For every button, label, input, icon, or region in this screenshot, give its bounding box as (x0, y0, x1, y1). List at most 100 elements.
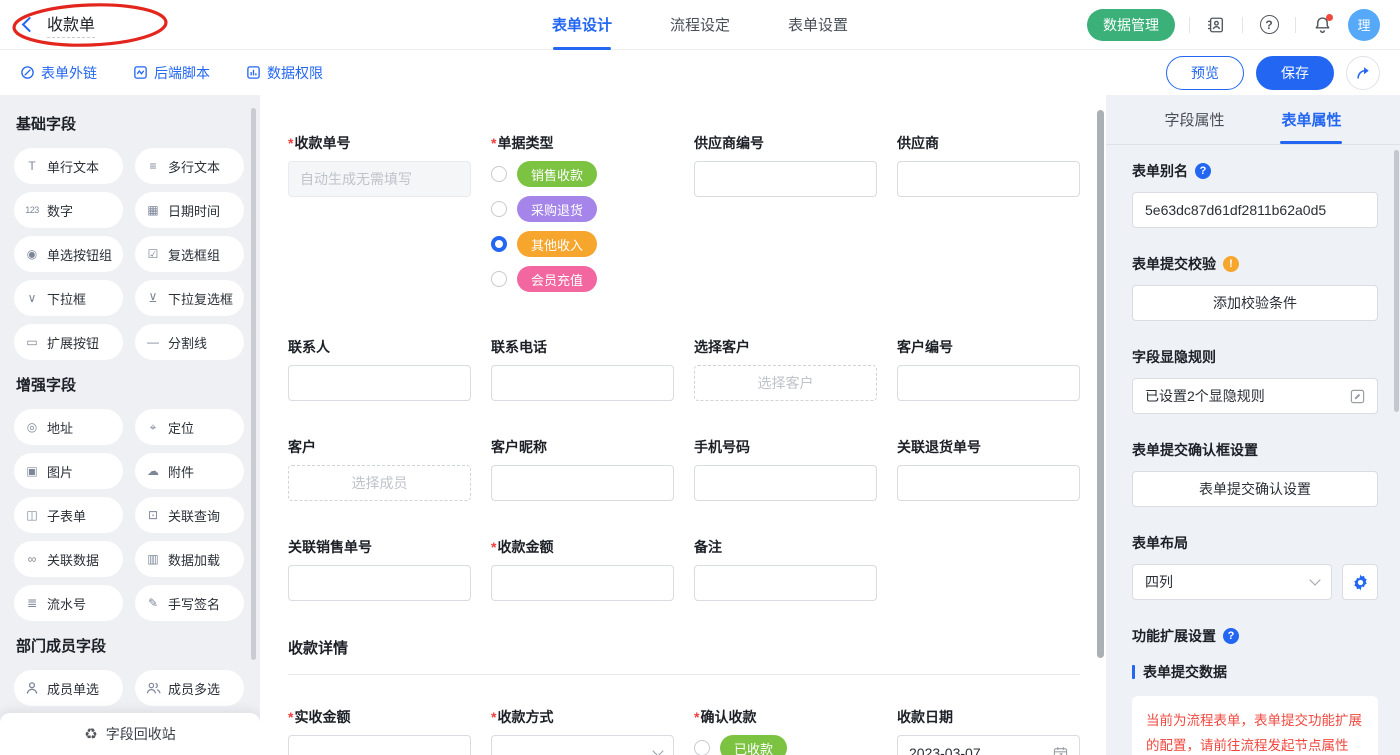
palette-item-people[interactable]: 成员多选 (135, 670, 244, 706)
text-input[interactable] (491, 365, 674, 401)
text-input[interactable] (491, 565, 674, 601)
palette-item-linked-query[interactable]: ⊡关联查询 (135, 497, 244, 533)
palette-item-dropdown[interactable]: ∨下拉框 (14, 280, 123, 316)
palette-item-linked-data[interactable]: ∞关联数据 (14, 541, 123, 577)
date-input[interactable]: 2023-03-07 (897, 735, 1080, 755)
palette-item-address[interactable]: ◎地址 (14, 409, 123, 445)
layout-select[interactable]: 四列 (1132, 564, 1332, 600)
tab-flow-setting[interactable]: 流程设定 (670, 0, 730, 50)
tab-form-design[interactable]: 表单设计 (552, 0, 612, 50)
contact-book-icon[interactable] (1204, 13, 1228, 37)
data-permission-action[interactable]: 数据权限 (246, 63, 323, 83)
palette-item-single-line-text[interactable]: T单行文本 (14, 148, 123, 184)
text-input[interactable] (491, 465, 674, 501)
panel-scrollbar[interactable] (1394, 150, 1399, 412)
preview-button[interactable]: 预览 (1166, 56, 1244, 90)
text-input[interactable] (694, 565, 877, 601)
text-input[interactable] (897, 161, 1080, 197)
image-icon: ▣ (24, 464, 40, 478)
form-field-customer-no: 客户编号 (897, 337, 1080, 401)
submit-confirm-group: 表单提交确认框设置 表单提交确认设置 (1132, 440, 1378, 507)
option-tag: 其他收入 (517, 231, 597, 257)
radio-option[interactable]: 采购退货 (491, 196, 674, 222)
form-field-receipt-date: 收款日期2023-03-07 (897, 707, 1080, 755)
signature-icon: ✎ (145, 596, 161, 610)
palette-item-signature[interactable]: ✎ 手写签名 (135, 585, 244, 621)
field-recycle-bin[interactable]: ♻ 字段回收站 (0, 713, 260, 755)
palette-item-image[interactable]: ▣图片 (14, 453, 123, 489)
back-navigation[interactable]: 收款单 (20, 11, 95, 38)
text-input[interactable]: 自动生成无需填写 (288, 161, 471, 197)
form-field-related-return-no: 关联退货单号 (897, 437, 1080, 501)
canvas-scrollbar[interactable] (1097, 110, 1104, 658)
palette-item-radio-group[interactable]: ◉单选按钮组 (14, 236, 123, 272)
submit-validation-label: 表单提交校验 (1132, 254, 1216, 274)
warning-circle-icon[interactable]: ! (1223, 256, 1239, 272)
palette-item-divider[interactable]: —分割线 (135, 324, 244, 360)
share-button[interactable] (1346, 56, 1380, 90)
share-arrow-icon (1355, 65, 1371, 81)
layout-settings-button[interactable] (1342, 564, 1378, 600)
text-input[interactable] (288, 365, 471, 401)
palette-item-attachment[interactable]: ☁附件 (135, 453, 244, 489)
visibility-rules-box[interactable]: 已设置2个显隐规则 (1132, 378, 1378, 414)
text-input[interactable] (897, 465, 1080, 501)
add-validation-button[interactable]: 添加校验条件 (1132, 285, 1378, 321)
palette-item-label: 单选按钮组 (47, 245, 112, 264)
palette-item-label: 日期时间 (168, 201, 220, 220)
radio-option[interactable]: 销售收款 (491, 161, 674, 187)
palette-item-multi-dropdown[interactable]: ⊻下拉复选框 (135, 280, 244, 316)
radio-option[interactable]: 已收款 (694, 735, 877, 755)
external-link-action[interactable]: 表单外链 (20, 63, 97, 83)
help-circle-icon[interactable]: ? (1195, 163, 1211, 179)
input-placeholder: 自动生成无需填写 (300, 169, 412, 189)
palette-item-label: 下拉复选框 (168, 289, 233, 308)
text-input[interactable] (897, 365, 1080, 401)
text-input[interactable] (288, 565, 471, 601)
tab-form-properties[interactable]: 表单属性 (1281, 95, 1341, 144)
field-label: *确认收款 (694, 707, 877, 727)
text-input[interactable] (694, 465, 877, 501)
edit-icon[interactable] (1350, 389, 1365, 404)
radio-icon (694, 740, 710, 755)
dropdown-icon: ∨ (24, 291, 40, 305)
field-label: 联系人 (288, 337, 471, 357)
palette-item-datetime[interactable]: ▦ 日期时间 (135, 192, 244, 228)
radio-option[interactable]: 其他收入 (491, 231, 674, 257)
text-input[interactable] (288, 735, 471, 755)
palette-item-data-load[interactable]: ▥数据加载 (135, 541, 244, 577)
form-alias-input[interactable]: 5e63dc87d61df2811b62a0d5 (1132, 192, 1378, 228)
required-star: * (694, 709, 699, 725)
user-avatar[interactable]: 理 (1348, 9, 1380, 41)
palette-item-label: 手写签名 (168, 594, 220, 613)
save-button[interactable]: 保存 (1256, 56, 1334, 90)
help-icon[interactable]: ? (1257, 13, 1281, 37)
palette-item-location[interactable]: ⌖定位 (135, 409, 244, 445)
field-label: *收款方式 (491, 707, 674, 727)
sidebar-scrollbar[interactable] (251, 108, 256, 660)
palette-item-multi-line-text[interactable]: ≡多行文本 (135, 148, 244, 184)
radio-option[interactable]: 会员充值 (491, 266, 674, 292)
palette-item-person[interactable]: 成员单选 (14, 670, 123, 706)
radio-icon (491, 236, 507, 252)
text-input[interactable] (694, 161, 877, 197)
backend-script-action[interactable]: 后端脚本 (133, 63, 210, 83)
palette-item-subform[interactable]: ◫子表单 (14, 497, 123, 533)
back-arrow-icon[interactable] (22, 17, 38, 33)
datetime-icon: ▦ (145, 203, 161, 217)
data-manage-button[interactable]: 数据管理 (1087, 9, 1175, 41)
palette-item-serial-number[interactable]: ≣流水号 (14, 585, 123, 621)
recycle-icon: ♻ (84, 725, 97, 743)
palette-item-extend-button[interactable]: ▭扩展按钮 (14, 324, 123, 360)
picker-input[interactable]: 选择客户 (694, 365, 877, 401)
select-input[interactable] (491, 735, 674, 755)
tab-form-setting[interactable]: 表单设置 (788, 0, 848, 50)
tab-field-properties[interactable]: 字段属性 (1164, 95, 1224, 144)
notification-bell-icon[interactable] (1310, 13, 1334, 37)
picker-input[interactable]: 选择成员 (288, 465, 471, 501)
help-circle-icon[interactable]: ? (1223, 628, 1239, 644)
palette-item-number[interactable]: 123数字 (14, 192, 123, 228)
submit-confirm-button[interactable]: 表单提交确认设置 (1132, 471, 1378, 507)
visibility-rules-group: 字段显隐规则 已设置2个显隐规则 (1132, 347, 1378, 414)
palette-item-checkbox-group[interactable]: ☑复选框组 (135, 236, 244, 272)
